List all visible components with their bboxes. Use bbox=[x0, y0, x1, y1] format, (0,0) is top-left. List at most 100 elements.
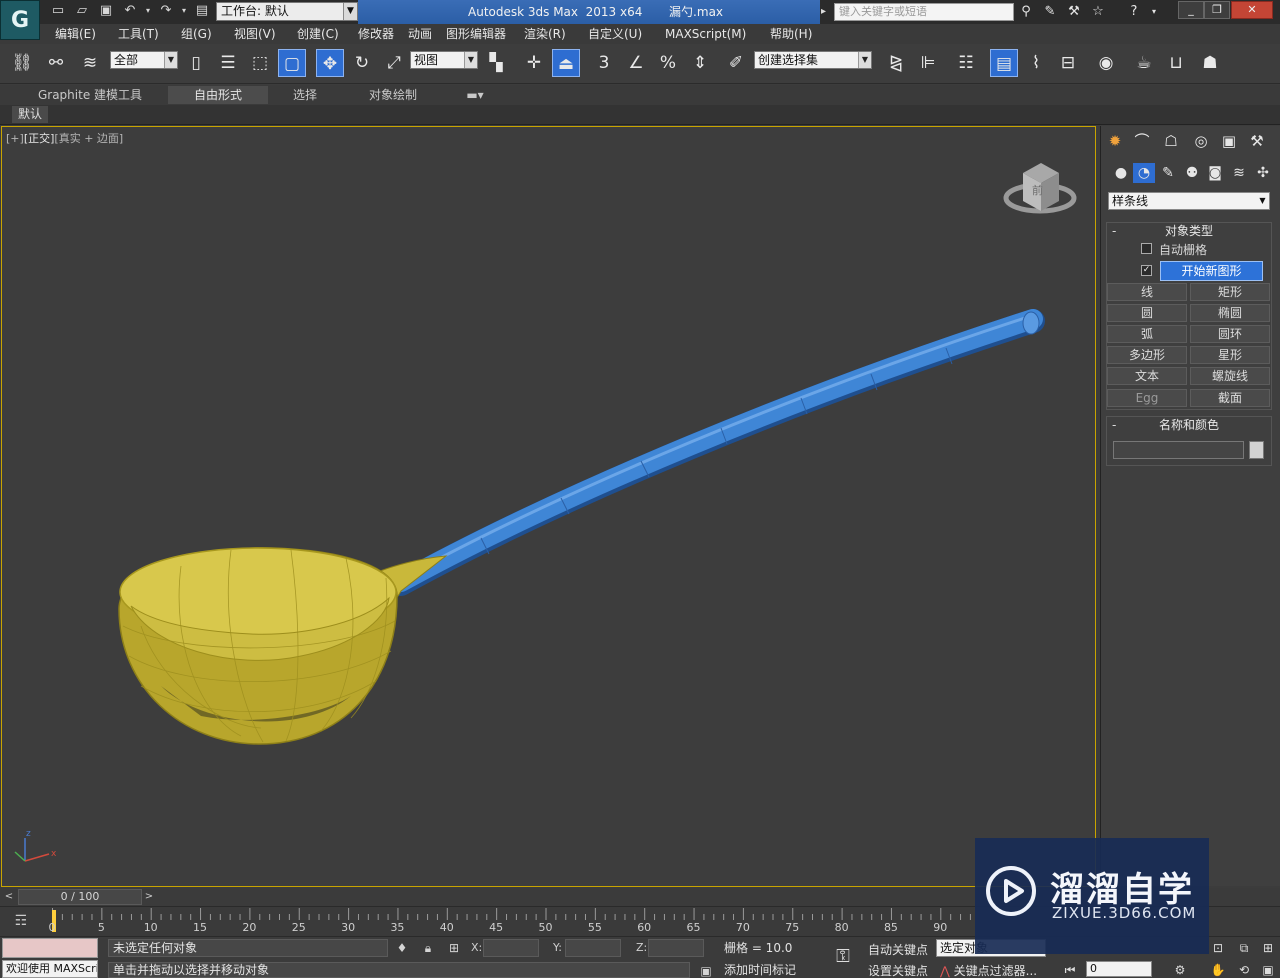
restore-button[interactable]: ❐ bbox=[1204, 1, 1230, 19]
line-button[interactable]: 线 bbox=[1107, 283, 1187, 301]
undo-icon[interactable]: ↶ bbox=[122, 3, 138, 19]
tab-selection[interactable]: 选择 bbox=[272, 86, 338, 104]
communication-center-icon[interactable]: ✎ bbox=[1040, 3, 1060, 21]
selection-filter-dropdown[interactable]: 全部 ▼ bbox=[110, 51, 178, 69]
time-slider[interactable]: 0 / 100 bbox=[18, 889, 142, 905]
favorites-star-icon[interactable]: ☆ bbox=[1088, 3, 1108, 21]
menu-modifiers[interactable]: 修改器 bbox=[358, 24, 394, 44]
select-and-scale-icon[interactable]: ⤢ bbox=[380, 49, 408, 77]
key-filters-button[interactable]: ⋀ 关键点过滤器... bbox=[940, 962, 1037, 978]
time-slider-next-icon[interactable]: > bbox=[142, 889, 156, 905]
select-by-name-icon[interactable]: ☰ bbox=[214, 49, 242, 77]
set-key-icon[interactable]: ⚿ bbox=[828, 944, 858, 970]
unlink-icon[interactable]: ⚯ bbox=[42, 49, 70, 77]
snaps-toggle-icon[interactable]: 3 bbox=[590, 49, 618, 77]
zoom-extents-icon[interactable]: ⊡ bbox=[1210, 940, 1226, 956]
menu-help[interactable]: 帮助(H) bbox=[770, 24, 812, 44]
percent-snap-icon[interactable]: % bbox=[654, 49, 682, 77]
ladle-handle[interactable] bbox=[389, 309, 1045, 596]
name-color-rollout-header[interactable]: - 名称和颜色 bbox=[1108, 417, 1270, 433]
menu-tools[interactable]: 工具(T) bbox=[118, 24, 159, 44]
pivot-center-icon[interactable]: ▚ bbox=[482, 49, 510, 77]
zoom-all-icon[interactable]: ⧉ bbox=[1236, 940, 1252, 956]
add-time-tag[interactable]: 添加时间标记 bbox=[720, 962, 820, 978]
menu-graph-editors[interactable]: 图形编辑器 bbox=[446, 24, 506, 44]
schematic-view-icon[interactable]: ⊟ bbox=[1054, 49, 1082, 77]
helpers-icon[interactable]: ◙ bbox=[1204, 163, 1226, 183]
help-icon[interactable]: ? bbox=[1124, 3, 1144, 21]
project-folder-icon[interactable]: ▤ bbox=[194, 3, 210, 19]
menu-create[interactable]: 创建(C) bbox=[297, 24, 339, 44]
text-button[interactable]: 文本 bbox=[1107, 367, 1187, 385]
link-icon[interactable]: ⛓ bbox=[8, 49, 36, 77]
ngon-button[interactable]: 多边形 bbox=[1107, 346, 1187, 364]
z-coordinate-field[interactable] bbox=[648, 939, 704, 957]
open-file-icon[interactable]: ▱ bbox=[74, 3, 90, 19]
select-and-move-icon[interactable]: ✥ bbox=[316, 49, 344, 77]
shapes-icon[interactable]: ◔ bbox=[1133, 163, 1155, 183]
space-warps-icon[interactable]: ≋ bbox=[1228, 163, 1250, 183]
edit-named-selection-icon[interactable]: ✐ bbox=[722, 49, 750, 77]
object-type-rollout-header[interactable]: - 对象类型 bbox=[1108, 223, 1270, 239]
auto-key-button[interactable]: 自动关键点 bbox=[868, 941, 928, 958]
new-file-icon[interactable]: ▭ bbox=[50, 3, 66, 19]
curve-editor-mini-icon[interactable]: ☶ bbox=[10, 912, 32, 930]
ribbon-options-icon[interactable]: ▬▾ bbox=[460, 86, 490, 104]
ellipse-button[interactable]: 椭圆 bbox=[1190, 304, 1270, 322]
graphite-toggle-icon[interactable]: ▤ bbox=[990, 49, 1018, 77]
layer-manager-icon[interactable]: ☷ bbox=[952, 49, 980, 77]
object-category-dropdown[interactable]: 样条线 ▼ bbox=[1108, 192, 1270, 210]
tab-graphite-modeling[interactable]: Graphite 建模工具 bbox=[20, 86, 160, 104]
search-input[interactable]: 键入关键字或短语 bbox=[834, 3, 1014, 21]
time-slider-prev-icon[interactable]: < bbox=[2, 889, 16, 905]
subscription-icon[interactable]: ⚒ bbox=[1064, 3, 1084, 21]
menu-views[interactable]: 视图(V) bbox=[234, 24, 276, 44]
star-button[interactable]: 星形 bbox=[1190, 346, 1270, 364]
x-coordinate-field[interactable] bbox=[483, 939, 539, 957]
y-coordinate-field[interactable] bbox=[565, 939, 621, 957]
mirror-icon[interactable]: ⧎ bbox=[882, 49, 910, 77]
menu-edit[interactable]: 编辑(E) bbox=[55, 24, 96, 44]
keyboard-shortcut-override-icon[interactable]: ⏏ bbox=[552, 49, 580, 77]
goto-start-icon[interactable]: ⏮ bbox=[1062, 962, 1078, 978]
render-setup-icon[interactable]: ☕ bbox=[1130, 49, 1158, 77]
menu-animation[interactable]: 动画 bbox=[408, 24, 432, 44]
section-button[interactable]: 截面 bbox=[1190, 389, 1270, 407]
start-new-shape-button[interactable]: 开始新图形 bbox=[1160, 261, 1263, 281]
cameras-icon[interactable]: ⚉ bbox=[1181, 163, 1203, 183]
donut-button[interactable]: 圆环 bbox=[1190, 325, 1270, 343]
window-crossing-icon[interactable]: ▢ bbox=[278, 49, 306, 77]
rectangular-selection-icon[interactable]: ⬚ bbox=[246, 49, 274, 77]
geometry-icon[interactable]: ● bbox=[1110, 163, 1132, 183]
ladle-bowl[interactable] bbox=[118, 547, 448, 745]
save-icon[interactable]: ▣ bbox=[98, 3, 114, 19]
lights-icon[interactable]: ✎ bbox=[1157, 163, 1179, 183]
absolute-relative-icon[interactable]: ⊞ bbox=[446, 940, 462, 956]
ribbon-default-label[interactable]: 默认 bbox=[12, 106, 48, 123]
curve-editor-icon[interactable]: ⌇ bbox=[1022, 49, 1050, 77]
circle-button[interactable]: 圆 bbox=[1107, 304, 1187, 322]
maximize-viewport-icon[interactable]: ⊞ bbox=[1260, 940, 1276, 956]
angle-snap-icon[interactable]: ∠ bbox=[622, 49, 650, 77]
select-object-icon[interactable]: ▯ bbox=[182, 49, 210, 77]
binoculars-icon[interactable]: ⚲ bbox=[1016, 3, 1036, 21]
redo-dropdown-icon[interactable]: ▾ bbox=[176, 3, 192, 19]
object-color-swatch[interactable] bbox=[1249, 441, 1264, 459]
display-tab-icon[interactable]: ▣ bbox=[1218, 131, 1240, 151]
maxscript-mini-listener[interactable]: 欢迎使用 MAXScri bbox=[2, 960, 98, 978]
object-name-input[interactable] bbox=[1113, 441, 1244, 459]
app-menu-button[interactable]: G bbox=[0, 0, 40, 40]
start-new-shape-checkbox[interactable]: ✓ bbox=[1141, 265, 1152, 276]
orbit-icon[interactable]: ⟲ bbox=[1236, 962, 1252, 978]
material-editor-icon[interactable]: ◉ bbox=[1092, 49, 1120, 77]
workspace-dropdown[interactable]: 工作台: 默认 ▼ bbox=[216, 2, 358, 21]
undo-dropdown-icon[interactable]: ▾ bbox=[140, 3, 156, 19]
reference-coord-dropdown[interactable]: 视图 ▼ bbox=[410, 51, 478, 69]
tab-object-paint[interactable]: 对象绘制 bbox=[346, 86, 440, 104]
selection-lock-icon[interactable]: 🔒︎ bbox=[420, 940, 436, 956]
auto-grid-checkbox[interactable] bbox=[1141, 243, 1152, 254]
search-expand-icon[interactable]: ▸ bbox=[821, 3, 833, 21]
arc-button[interactable]: 弧 bbox=[1107, 325, 1187, 343]
redo-icon[interactable]: ↷ bbox=[158, 3, 174, 19]
tab-freeform[interactable]: 自由形式 bbox=[168, 86, 268, 104]
